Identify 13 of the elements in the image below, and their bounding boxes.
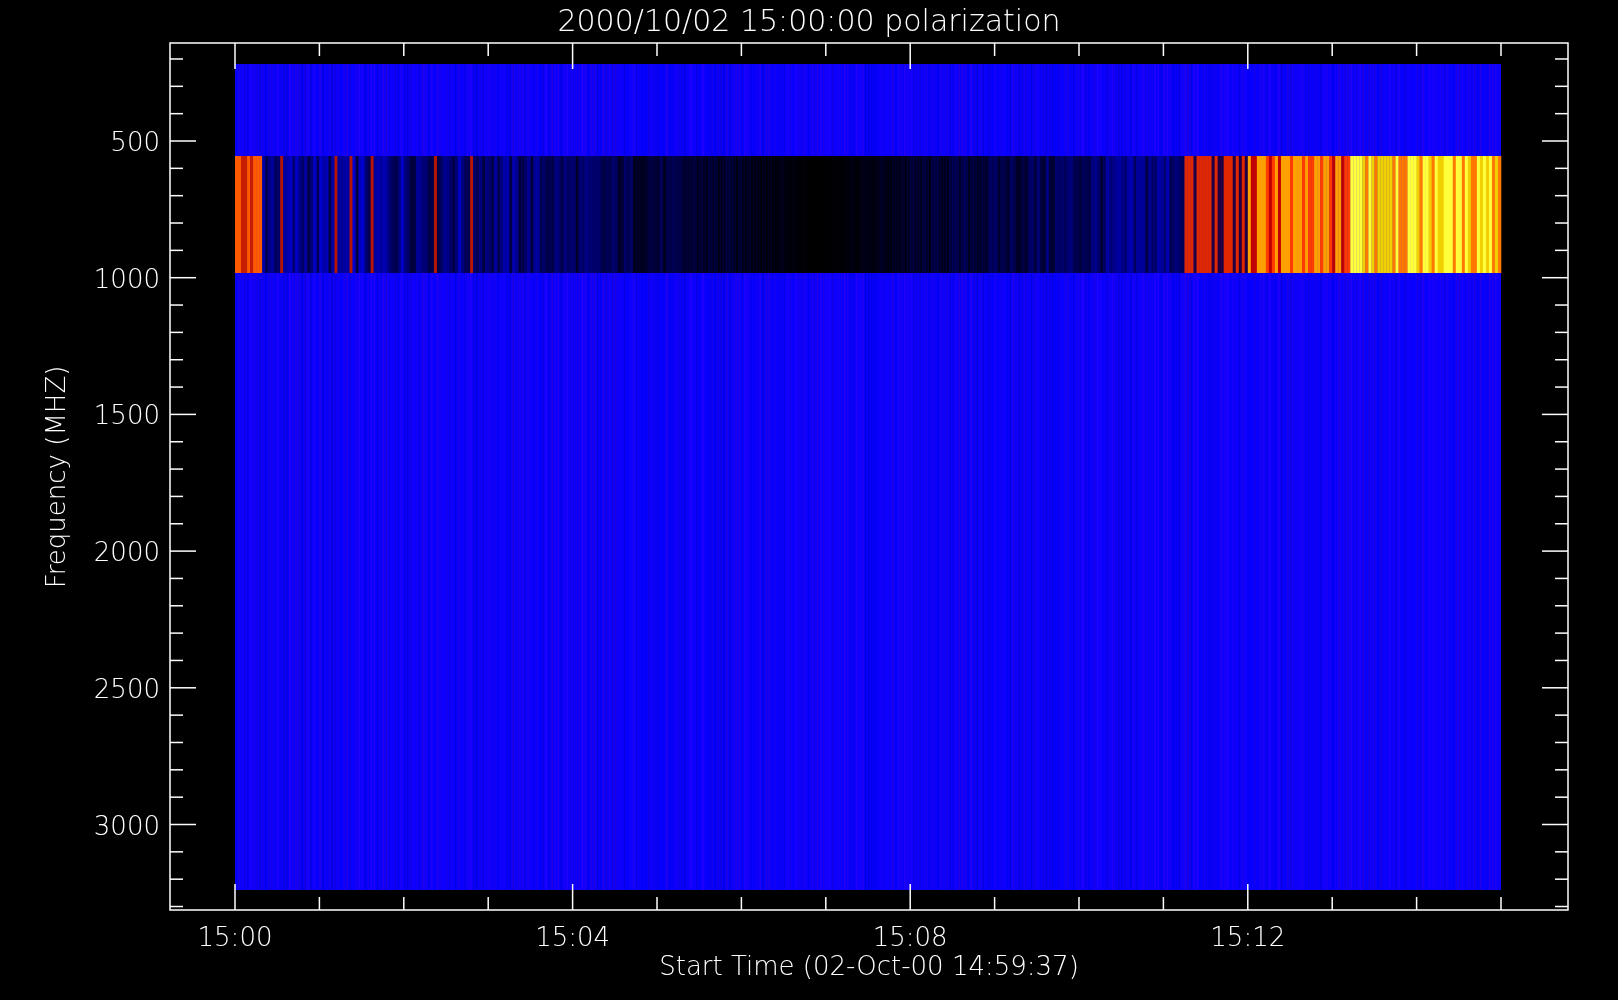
plot-title: 2000/10/02 15:00:00 polarization xyxy=(557,3,1061,38)
y-axis-label: Frequency (MHZ) xyxy=(41,365,71,589)
x-tick-label: 15:08 xyxy=(872,922,948,952)
y-tick-label: 500 xyxy=(110,127,160,157)
x-tick-label: 15:00 xyxy=(197,922,273,952)
y-tick-label: 1500 xyxy=(93,400,160,431)
y-tick-label: 3000 xyxy=(93,810,160,841)
x-tick-label: 15:04 xyxy=(535,922,611,952)
x-tick-label: 15:12 xyxy=(1210,922,1286,952)
y-tick-label: 2500 xyxy=(93,673,160,704)
y-tick-label: 2000 xyxy=(93,537,160,568)
x-axis-label: Start Time (02-Oct-00 14:59:37) xyxy=(659,951,1079,981)
y-tick-label: 1000 xyxy=(93,263,160,294)
